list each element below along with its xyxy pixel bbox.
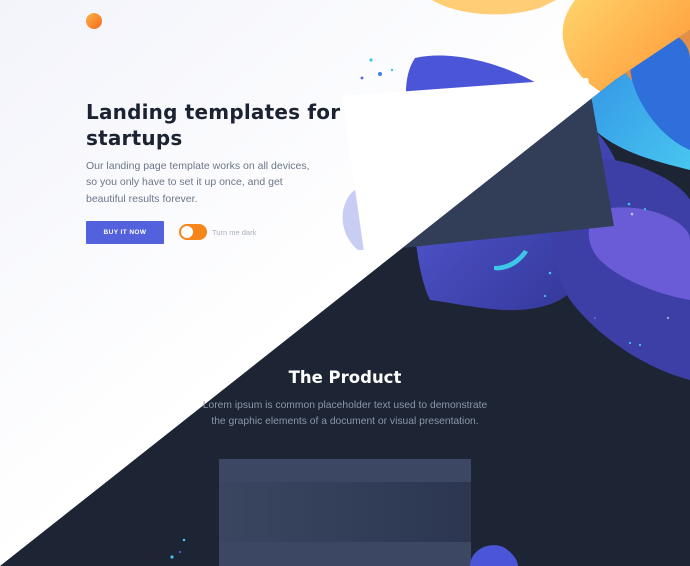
product-section-description: Lorem ipsum is common placeholder text u…: [202, 400, 488, 427]
background-illustration: [0, 0, 690, 566]
product-section-title: The Product: [288, 368, 402, 387]
dark-mode-toggle-label: Turn me dark: [212, 228, 257, 237]
landing-page: Landing templates for startups Our landi…: [0, 0, 690, 566]
hero-description: Our landing page template works on all d…: [86, 160, 310, 205]
dark-mode-toggle[interactable]: [179, 224, 207, 240]
hero-title: Landing templates for startups: [86, 100, 341, 150]
toggle-knob: [181, 226, 193, 238]
buy-it-now-button[interactable]: BUY IT NOW: [86, 221, 164, 244]
